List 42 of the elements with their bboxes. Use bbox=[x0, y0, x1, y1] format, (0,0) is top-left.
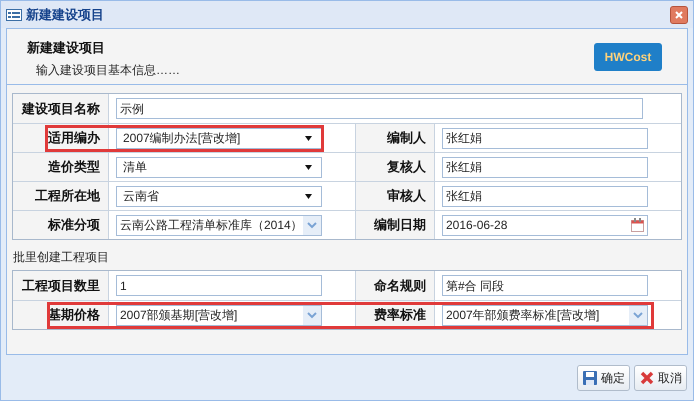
window-title: 新建建设项目 bbox=[26, 6, 104, 24]
text-field[interactable]: 第#合 同段 bbox=[442, 275, 648, 296]
combo-box[interactable]: 2007部颁基期[营改增] bbox=[116, 304, 322, 326]
dropdown[interactable]: 清单 bbox=[116, 156, 322, 178]
close-icon bbox=[674, 10, 684, 20]
chevron-down-icon bbox=[307, 222, 317, 228]
cancel-button[interactable]: 取消 bbox=[634, 364, 687, 390]
header-title: 新建建设项目 bbox=[27, 39, 106, 57]
text-field[interactable]: 张红娟 bbox=[442, 186, 648, 206]
field-label: 复核人 bbox=[355, 153, 435, 181]
text-field[interactable]: 张红娟 bbox=[442, 128, 648, 148]
window-icon bbox=[6, 8, 22, 20]
close-button[interactable] bbox=[670, 6, 688, 24]
text-field[interactable]: 示例 bbox=[116, 98, 643, 119]
dropdown[interactable]: 2007编制办法[营改增] bbox=[116, 128, 322, 148]
dropdown-arrow-icon bbox=[304, 134, 313, 142]
calendar-icon bbox=[631, 218, 644, 232]
chevron-down-icon bbox=[633, 312, 643, 318]
field-label: 命名规则 bbox=[355, 271, 435, 300]
combo-box[interactable]: 2007年部颁费率标准[营改增] bbox=[442, 304, 648, 326]
text-field[interactable]: 张红娟 bbox=[442, 156, 648, 178]
text-field[interactable]: 1 bbox=[116, 275, 322, 296]
field-label: 审核人 bbox=[355, 182, 435, 210]
dropdown-arrow-icon bbox=[304, 164, 313, 170]
field-label: 建设项目名称 bbox=[13, 94, 109, 123]
header-subtitle: 输入建设项目基本信息…… bbox=[36, 62, 180, 78]
logo: HWCost bbox=[594, 43, 662, 71]
cancel-icon bbox=[639, 370, 655, 386]
date-field[interactable]: 2016-06-28 bbox=[442, 214, 648, 236]
confirm-button[interactable]: 确定 bbox=[577, 364, 630, 390]
field-label: 造价类型 bbox=[13, 153, 109, 181]
field-label: 标准分项 bbox=[13, 211, 109, 239]
dropdown[interactable]: 云南省 bbox=[116, 186, 322, 206]
field-label: 工程项目数里 bbox=[13, 271, 109, 300]
field-label: 工程所在地 bbox=[13, 182, 109, 210]
combo-box[interactable]: 云南公路工程清单标准库（2014） bbox=[116, 214, 322, 236]
dropdown-arrow-icon bbox=[304, 192, 313, 200]
save-icon bbox=[582, 370, 598, 386]
chevron-down-icon bbox=[307, 312, 317, 318]
field-label: 编制人 bbox=[355, 124, 435, 152]
field-label: 编制日期 bbox=[355, 211, 435, 239]
section-title: 批里创建工程项目 bbox=[13, 249, 110, 266]
